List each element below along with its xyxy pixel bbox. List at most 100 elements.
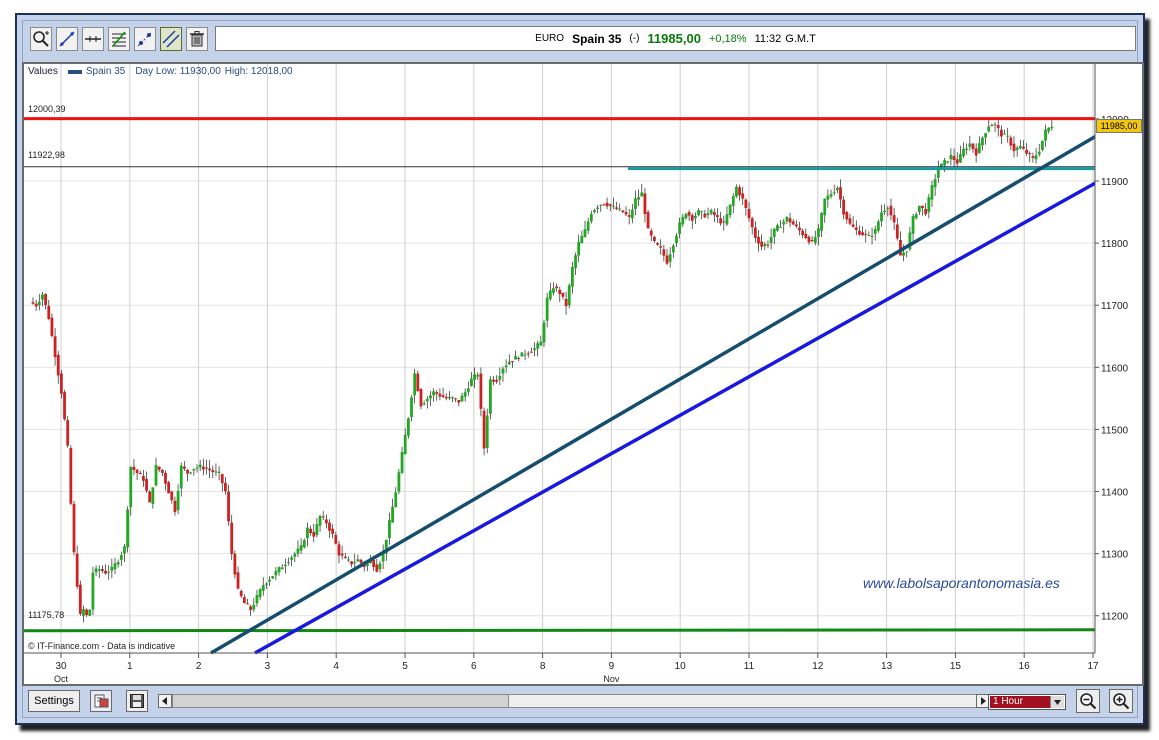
candle-body [643,193,647,215]
candle-body [851,224,855,227]
candle-body [485,415,489,449]
candle-body [334,535,338,544]
save-button[interactable] [126,690,148,712]
candle-body [211,470,215,473]
zoom-in-button[interactable] [1109,689,1133,713]
candle-body [523,354,527,356]
candle-body [763,244,767,247]
candle-body [902,252,905,256]
candle-body [69,448,73,504]
candle-body [832,192,836,194]
candle-body [892,215,896,223]
candle-body [280,567,284,570]
export-button[interactable] [90,690,112,712]
chart-area[interactable]: 11200 11300 11400 11500 11600 11700 11800 11900… [22,62,1144,686]
candle-body [1003,133,1006,135]
candle-body [331,528,335,534]
candle-body [706,213,710,216]
x-tick-label: 13 [881,661,893,672]
candle-body [785,216,789,222]
interval-select[interactable]: 1 Hour [988,694,1066,710]
candle-body [246,603,249,605]
candle-body [233,553,237,575]
candle-body [684,213,688,219]
candle-body [608,204,612,206]
candle-body [296,548,300,554]
candle-body [766,244,770,246]
chevron-right-icon [981,697,986,705]
candle-body [242,597,246,604]
candle-body [835,187,839,191]
candle-body [340,553,344,556]
candle-body [703,213,707,218]
candle-body [952,156,956,161]
candle-body [791,221,795,225]
candle-body [936,168,940,178]
candle-body [205,467,208,469]
candle-body [731,196,735,206]
candle-body [794,224,798,227]
candle-body [406,418,410,436]
candle-body [470,378,473,386]
candle-body [580,235,584,244]
points-tool-button[interactable] [134,27,156,51]
candle-body [813,237,817,244]
candle-body [826,195,830,200]
fibonacci-tool-button[interactable] [108,27,130,51]
candle-body [227,491,230,522]
candle-body [1047,127,1051,132]
candle-body [179,465,183,489]
zoom-in-tool-button[interactable] [30,27,52,51]
candle-body [441,395,445,398]
candle-body [665,255,669,264]
interval-dropdown-toggle[interactable] [1050,696,1064,708]
candle-body [788,218,792,223]
candle-body [958,154,962,163]
candle-body [504,365,508,368]
x-month-label: Oct [54,674,69,684]
zoom-out-button[interactable] [1076,689,1100,713]
candle-body [618,208,622,210]
candle-body [419,389,423,407]
parallel-line-tool-button[interactable] [160,27,182,51]
settings-button[interactable]: Settings [28,690,80,712]
candle-body [817,228,820,237]
copyright-note: © IT-Finance.com - Data is indicative [28,641,176,651]
horizontal-line-tool-button[interactable] [82,27,104,51]
support-line [23,628,1096,633]
candle-body [984,133,988,138]
candle-body [798,227,801,231]
ticker-symbol: Spain 35 [572,31,622,46]
price-chart[interactable]: 11200 11300 11400 11500 11600 11700 11800 11900… [23,63,1143,685]
scroll-left-button[interactable] [158,694,172,708]
candle-body [31,302,35,304]
candle-body [905,251,909,253]
candle-body [646,212,650,229]
candle-body [520,352,524,357]
candle-body [801,230,805,236]
candle-body [955,159,959,164]
horizontal-line-tool-icon [85,36,101,42]
candle-body [113,563,117,570]
scrollbar-thumb[interactable] [508,695,976,707]
candle-body [574,255,577,268]
candle-body [741,193,745,199]
candle-body [889,205,893,216]
candle-body [570,266,574,287]
candle-body [750,218,754,228]
candle-body [195,467,199,469]
chevron-left-icon [162,697,167,705]
ticker-time: 11:32 [754,32,782,45]
horizontal-scrollbar[interactable] [172,694,976,708]
candle-body [265,583,268,585]
candle-body [410,397,413,417]
candle-body [630,209,634,219]
candle-body [252,604,256,610]
delete-drawings-button[interactable] [186,27,208,51]
candle-body [151,487,155,504]
candle-body [558,289,562,295]
candle-body [160,469,164,473]
candle-body [457,399,461,403]
candle-body [324,519,328,524]
trend-line-tool-button[interactable] [56,27,78,51]
